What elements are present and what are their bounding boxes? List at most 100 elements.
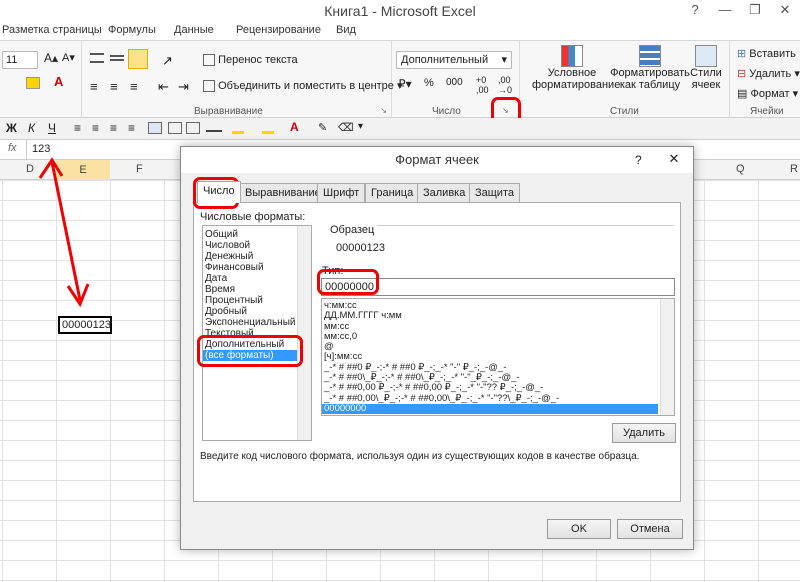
format-code-item[interactable]: мм:сс — [322, 321, 658, 332]
toolbar-format-painter-icon[interactable]: ✎ — [318, 121, 327, 134]
help-icon[interactable]: ? — [680, 0, 710, 20]
close-icon[interactable]: ✕ — [770, 0, 800, 20]
category-item[interactable]: Экспоненциальный — [203, 317, 311, 328]
wrap-text-button[interactable]: Перенос текста — [202, 51, 299, 69]
underline-icon[interactable]: Ч — [48, 121, 56, 135]
format-code-item[interactable]: мм:сс,0 — [322, 331, 658, 342]
decrease-decimal-icon[interactable]: ,00 →0 — [498, 75, 512, 95]
tab-review[interactable]: Рецензирование — [236, 24, 321, 36]
minimize-icon[interactable]: — — [710, 0, 740, 20]
category-item[interactable]: Время — [203, 284, 311, 295]
column-header[interactable]: F — [136, 163, 143, 175]
tab-number[interactable]: Число — [197, 181, 241, 203]
italic-icon[interactable]: К — [28, 121, 35, 135]
category-item[interactable]: Финансовый — [203, 262, 311, 273]
insert-button[interactable]: ⊞ Вставить — [736, 45, 797, 63]
toolbar-clear-icon[interactable]: ⌫ — [338, 121, 354, 134]
increase-decimal-icon[interactable]: +0,00 — [476, 75, 489, 95]
font-size-select[interactable]: 11 — [2, 51, 38, 69]
increase-font-icon[interactable]: A▴ — [44, 51, 58, 65]
number-group-label: Число — [432, 106, 461, 117]
tab-fill[interactable]: Заливка — [417, 183, 472, 203]
restore-icon[interactable]: ❐ — [740, 0, 770, 20]
conditional-formatting-button[interactable]: Условное форматирование — [532, 45, 620, 91]
toolbar-align-right-icon[interactable]: ≡ — [110, 121, 117, 135]
toolbar-border-style-icon[interactable] — [206, 130, 222, 132]
percent-icon[interactable]: % — [424, 77, 434, 89]
toolbar-border-all-icon[interactable] — [168, 122, 182, 134]
delete-button[interactable]: ⊟ Удалить ▾ — [736, 65, 800, 83]
tab-formulas[interactable]: Формулы — [108, 24, 156, 36]
dialog-help-icon[interactable]: ? — [635, 153, 642, 167]
category-list[interactable]: Общий Числовой Денежный Финансовый Дата Время… — [202, 225, 312, 441]
cell-styles-button[interactable]: Стили ячеек — [684, 45, 728, 91]
indent-increase-icon[interactable]: ⇥ — [178, 79, 189, 95]
font-color-icon[interactable]: A — [54, 74, 63, 89]
align-center-icon[interactable]: ≡ — [110, 79, 118, 94]
tab-data[interactable]: Данные — [174, 24, 214, 36]
wrap-text-icon — [203, 54, 215, 67]
ribbon-tabs: Разметка страницы Формулы Данные Рецензи… — [0, 20, 800, 40]
tab-view[interactable]: Вид — [336, 24, 356, 36]
cells-group-label: Ячейки — [750, 106, 784, 117]
formats-label: Числовые форматы: — [200, 211, 306, 223]
category-scrollbar[interactable] — [297, 226, 311, 440]
category-item[interactable]: Дробный — [203, 306, 311, 317]
align-right-icon[interactable]: ≡ — [130, 79, 138, 94]
align-bottom-icon[interactable] — [128, 49, 148, 69]
styles-group: Условное форматирование Форматировать ка… — [520, 41, 730, 119]
category-item[interactable]: Общий — [203, 229, 311, 240]
function-icon[interactable]: fx — [8, 142, 17, 154]
cancel-button[interactable]: Отмена — [617, 519, 683, 539]
format-code-list[interactable]: ч:мм:сс ДД.ММ.ГГГГ ч:мм мм:сс мм:сс,0 @ [ч]:м… — [321, 298, 675, 416]
format-table-icon — [639, 45, 661, 67]
bold-icon[interactable]: Ж — [6, 121, 17, 135]
align-left-icon[interactable]: ≡ — [90, 79, 98, 94]
tab-page-layout[interactable]: Разметка страницы — [2, 24, 102, 36]
ok-button[interactable]: OK — [547, 519, 611, 539]
tab-font[interactable]: Шрифт — [317, 183, 366, 203]
orientation-icon[interactable]: ↗ — [162, 53, 173, 69]
format-button[interactable]: ▤ Формат ▾ — [736, 85, 799, 103]
sample-frame: Образец 00000123 — [330, 224, 674, 255]
tab-alignment[interactable]: Выравнивание — [239, 183, 327, 203]
format-code-item[interactable]: ДД.ММ.ГГГГ ч:мм — [322, 310, 658, 321]
fill-color-icon[interactable] — [26, 77, 40, 89]
toolbar-highlight-icon[interactable] — [262, 122, 274, 134]
format-code-item[interactable]: _-* # ##0,00\_₽_-;-* # ##0,00\_₽_-;_-* "… — [322, 393, 658, 404]
delete-format-button[interactable]: Удалить — [612, 423, 676, 443]
format-scrollbar[interactable] — [660, 299, 674, 415]
thousands-separator-icon[interactable]: 000 — [446, 77, 463, 88]
tab-border[interactable]: Граница — [365, 183, 420, 203]
merge-center-button[interactable]: Объединить и поместить в центре ▾ — [202, 77, 404, 95]
align-middle-icon[interactable] — [110, 55, 124, 61]
format-as-table-label-1: Форматировать — [610, 67, 690, 79]
toolbar-justify-icon[interactable]: ≡ — [128, 121, 135, 135]
toolbar-border-icon[interactable] — [186, 122, 200, 134]
sample-label: Образец — [330, 224, 378, 236]
category-item[interactable]: Денежный — [203, 251, 311, 262]
number-format-select[interactable]: Дополнительный ▾ — [396, 51, 512, 69]
toolbar-more-icon[interactable]: ▾ — [358, 121, 363, 132]
tab-protection[interactable]: Защита — [469, 183, 520, 203]
dialog-close-icon[interactable]: ✕ — [655, 147, 693, 171]
toolbar-fill-icon[interactable] — [232, 122, 244, 134]
format-as-table-button[interactable]: Форматировать как таблицу — [608, 45, 692, 91]
format-code-item[interactable]: 00000000 — [322, 403, 658, 415]
align-top-icon[interactable] — [90, 53, 104, 63]
highlight-all-formats — [197, 335, 303, 367]
toolbar-align-left-icon[interactable]: ≡ — [74, 121, 81, 135]
category-item[interactable]: Дата — [203, 273, 311, 284]
column-header[interactable]: Q — [736, 163, 745, 175]
toolbar-font-color-icon[interactable]: A — [290, 120, 299, 134]
category-item[interactable]: Числовой — [203, 240, 311, 251]
decrease-font-icon[interactable]: A▾ — [62, 51, 75, 64]
indent-decrease-icon[interactable]: ⇤ — [158, 79, 169, 95]
format-code-item[interactable]: @ — [322, 341, 658, 352]
category-item[interactable]: Процентный — [203, 295, 311, 306]
toolbar-merge-icon[interactable] — [148, 122, 162, 134]
toolbar-align-center-icon[interactable]: ≡ — [92, 121, 99, 135]
alignment-launcher-icon[interactable]: ↘ — [380, 106, 387, 115]
currency-format-icon[interactable]: ₽▾ — [398, 77, 412, 91]
column-header[interactable]: R — [790, 163, 798, 175]
